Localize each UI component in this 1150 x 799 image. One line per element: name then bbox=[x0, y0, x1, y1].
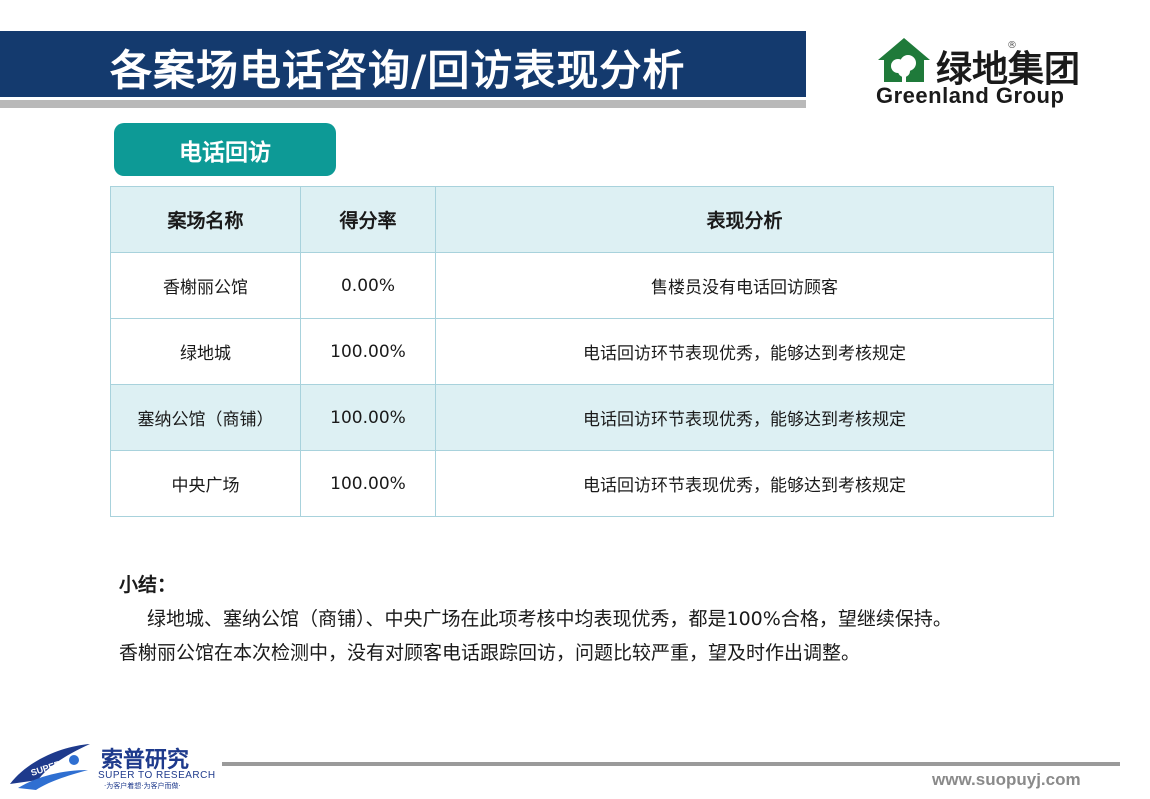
table-row: 塞纳公馆（商铺） 100.00% 电话回访环节表现优秀，能够达到考核规定 bbox=[110, 384, 1054, 451]
footer-brand-slogan: ·为客户着想·为客户而做· bbox=[104, 782, 181, 790]
site-name-cell: 中央广场 bbox=[110, 450, 301, 517]
analysis-cell: 售楼员没有电话回访顾客 bbox=[435, 252, 1054, 319]
analysis-cell: 电话回访环节表现优秀，能够达到考核规定 bbox=[435, 384, 1054, 451]
page-title: 各案场电话咨询/回访表现分析 bbox=[110, 46, 686, 95]
section-tag: 电话回访 bbox=[114, 123, 336, 176]
footer-divider bbox=[222, 762, 1120, 766]
analysis-cell: 电话回访环节表现优秀，能够达到考核规定 bbox=[435, 450, 1054, 517]
registered-mark: ® bbox=[1007, 40, 1017, 51]
title-bar: 各案场电话咨询/回访表现分析 bbox=[0, 31, 806, 97]
table-row: 绿地城 100.00% 电话回访环节表现优秀，能够达到考核规定 bbox=[110, 318, 1054, 385]
score-cell: 100.00% bbox=[300, 318, 436, 385]
header-score-rate: 得分率 bbox=[300, 186, 436, 253]
analysis-cell: 电话回访环节表现优秀，能够达到考核规定 bbox=[435, 318, 1054, 385]
header-site-name: 案场名称 bbox=[110, 186, 301, 253]
logo-english-name: Greenland Group bbox=[876, 83, 1065, 108]
super-research-logo: SUPER 索普研究 SUPER TO RESEARCH ·为客户着想·为客户而… bbox=[8, 740, 218, 792]
header-analysis: 表现分析 bbox=[435, 186, 1054, 253]
summary-paragraph-2: 香榭丽公馆在本次检测中，没有对顾客电话跟踪回访，问题比较严重，望及时作出调整。 bbox=[119, 642, 861, 664]
score-cell: 100.00% bbox=[300, 450, 436, 517]
summary-paragraph-1: 绿地城、塞纳公馆（商铺）、中央广场在此项考核中均表现优秀，都是100%合格，望继… bbox=[147, 608, 952, 630]
swoosh-icon: SUPER bbox=[10, 744, 90, 790]
score-cell: 0.00% bbox=[300, 252, 436, 319]
footer-url: www.suopuyj.com bbox=[932, 770, 1081, 789]
site-name-cell: 塞纳公馆（商铺） bbox=[110, 384, 301, 451]
score-cell: 100.00% bbox=[300, 384, 436, 451]
table-header-row: 案场名称 得分率 表现分析 bbox=[110, 186, 1054, 253]
phone-callback-table: 案场名称 得分率 表现分析 香榭丽公馆 0.00% 售楼员没有电话回访顾客 绿地… bbox=[110, 186, 1054, 517]
greenland-logo: 绿地集团 ® Greenland Group bbox=[876, 36, 1106, 112]
summary-title: 小结： bbox=[119, 574, 177, 596]
footer-brand-en: SUPER TO RESEARCH bbox=[98, 770, 216, 781]
site-name-cell: 绿地城 bbox=[110, 318, 301, 385]
table-row: 香榭丽公馆 0.00% 售楼员没有电话回访顾客 bbox=[110, 252, 1054, 319]
greenland-house-icon bbox=[878, 38, 930, 82]
site-name-cell: 香榭丽公馆 bbox=[110, 252, 301, 319]
summary-block: 小结： 绿地城、塞纳公馆（商铺）、中央广场在此项考核中均表现优秀，都是100%合… bbox=[119, 568, 1049, 670]
table-row: 中央广场 100.00% 电话回访环节表现优秀，能够达到考核规定 bbox=[110, 450, 1054, 517]
title-underline bbox=[0, 100, 806, 108]
